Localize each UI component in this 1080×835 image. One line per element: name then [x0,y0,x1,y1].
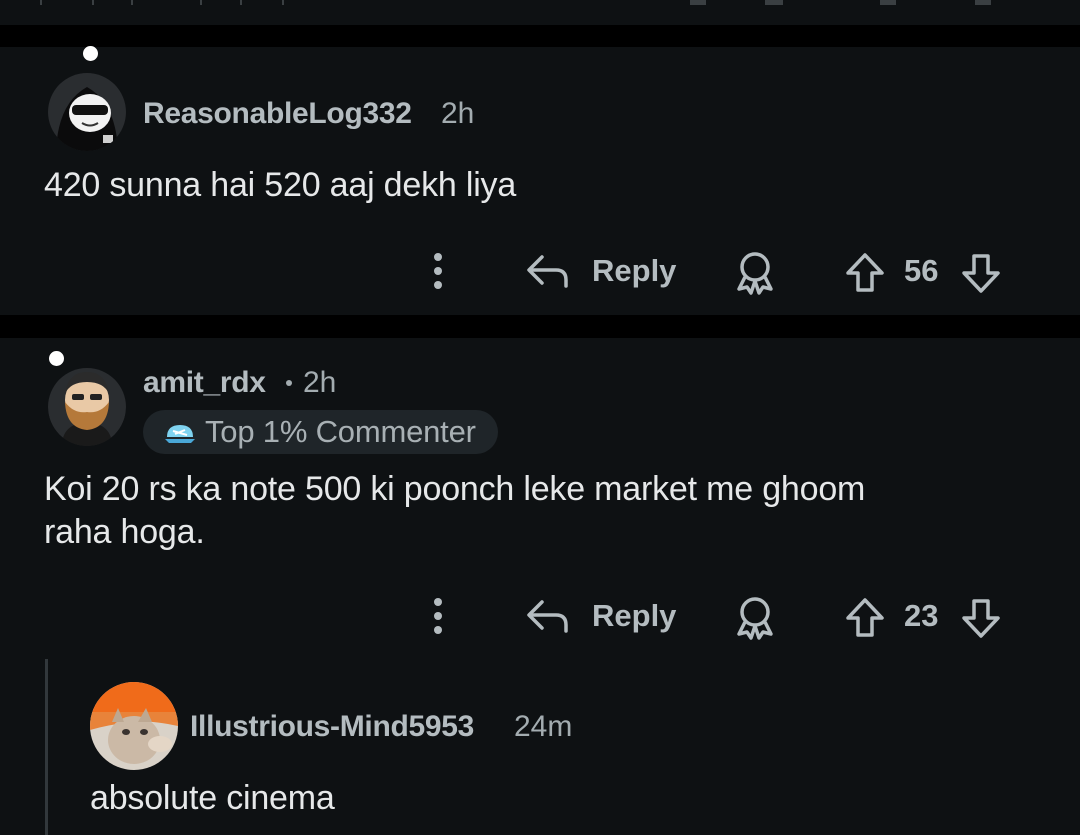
upvote-icon [846,598,884,637]
more-vertical-icon [434,253,442,289]
avatar[interactable] [48,362,126,446]
upvote-icon [846,253,884,292]
downvote-icon [962,599,1000,638]
avatar[interactable] [90,682,178,770]
reply-label: Reply [592,253,677,288]
flair-text: Top 1% Commenter [205,414,476,449]
comment-body-line: raha hoga. [44,513,205,551]
upvote-button[interactable] [844,594,886,642]
downvote-button[interactable] [960,594,1002,642]
reply-button[interactable]: Reply [526,247,686,295]
more-options-button[interactable] [420,249,456,293]
username[interactable]: Illustrious-Mind5953 [190,710,474,744]
vote-count: 23 [904,598,939,633]
reply-button[interactable]: Reply [526,592,686,640]
comment-card: amit_rdx 2h Top 1% Commenter Koi 20 rs k… [0,338,1080,835]
reply-arrow-icon [527,255,568,288]
comment-card: ReasonableLog332 2h 420 sunna hai 520 aa… [0,46,1080,315]
downvote-icon [962,254,1000,293]
comment-body-line: Koi 20 rs ka note 500 ki poonch leke mar… [44,470,866,508]
vote-count: 56 [904,253,939,288]
flair-badge-icon [165,425,195,443]
award-icon [737,597,773,640]
user-flair: Top 1% Commenter [143,410,498,454]
hooded-avatar-image [48,73,126,151]
comments-feed: ReasonableLog332 2h 420 sunna hai 520 aa… [0,0,1080,835]
previous-comment-edge [0,0,1080,6]
cat-avatar-image [90,682,178,770]
username[interactable]: amit_rdx [143,366,266,400]
online-indicator [83,46,98,61]
previous-comment-tail [0,0,1080,25]
more-options-button[interactable] [420,594,456,638]
username[interactable]: ReasonableLog332 [143,97,412,131]
avatar[interactable] [48,73,126,151]
award-icon [737,252,773,295]
comment-body: absolute cinema [90,779,335,817]
thread-line[interactable] [45,659,48,835]
timestamp: 2h [303,366,337,399]
bearded-avatar-image [48,368,126,446]
more-vertical-icon [434,598,442,634]
reply-label: Reply [592,598,677,633]
timestamp: 2h [441,97,475,130]
timestamp: 24m [514,710,573,743]
separator-dot [286,380,292,386]
comment-body: 420 sunna hai 520 aaj dekh liya [44,166,517,204]
upvote-button[interactable] [844,249,886,297]
award-button[interactable] [733,594,777,642]
award-button[interactable] [733,249,777,297]
downvote-button[interactable] [960,249,1002,297]
reply-arrow-icon [527,600,568,633]
online-indicator [49,351,64,366]
